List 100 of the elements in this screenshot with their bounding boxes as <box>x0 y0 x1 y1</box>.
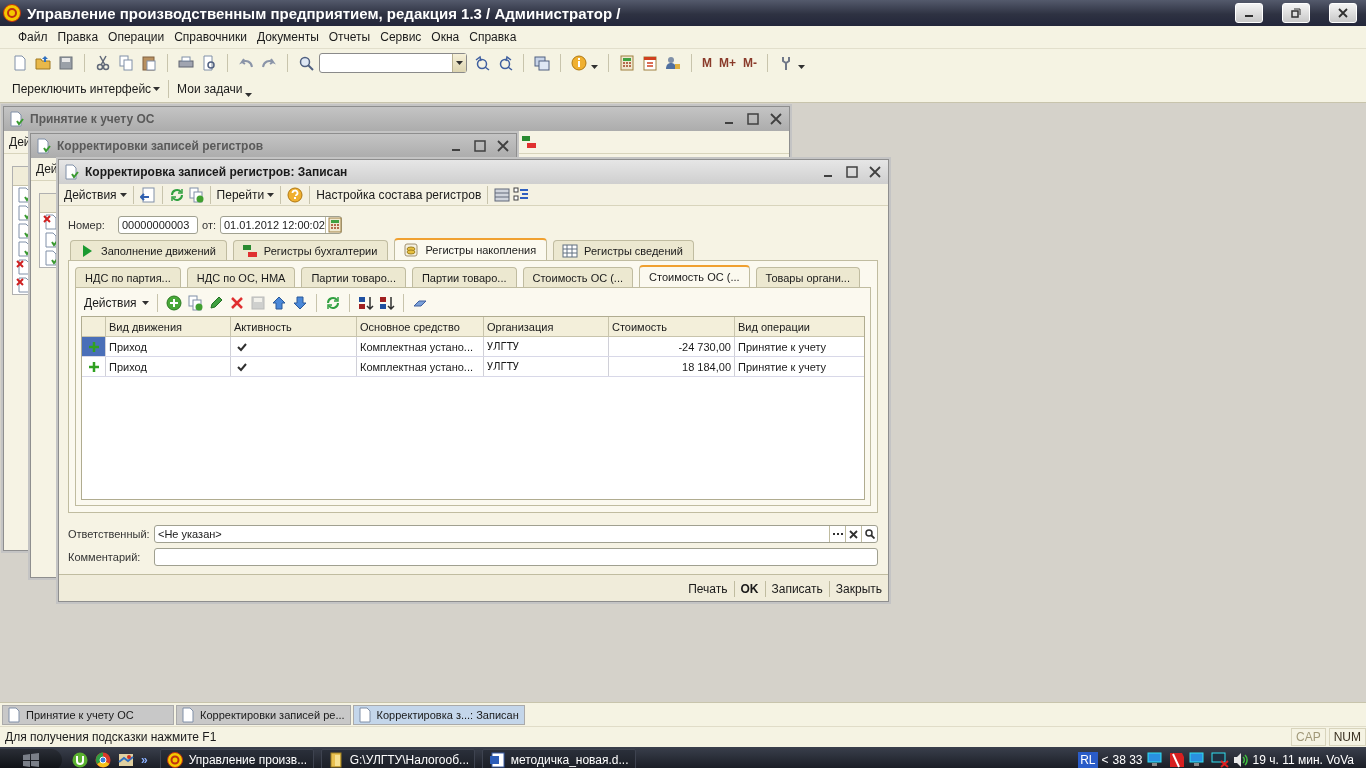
comment-field[interactable] <box>154 548 878 566</box>
tab[interactable]: Товары органи... <box>755 267 860 287</box>
caret-icon[interactable] <box>153 87 161 91</box>
actions-menu[interactable]: Действия <box>84 296 137 310</box>
refresh-icon[interactable] <box>324 295 341 311</box>
taskbar-button[interactable]: Управление произв... <box>159 748 314 768</box>
menu-item[interactable]: Правка <box>55 30 107 44</box>
menu-item[interactable]: Отчеты <box>326 30 379 44</box>
find-previous-icon[interactable] <box>497 54 513 71</box>
list-icon[interactable] <box>494 186 511 203</box>
column-header[interactable]: Организация <box>484 317 609 336</box>
tab[interactable]: Партии товаро... <box>411 267 517 287</box>
save-icon[interactable] <box>58 54 74 71</box>
document-icon[interactable] <box>43 232 59 248</box>
menu-item[interactable]: Справка <box>467 30 525 44</box>
row-selector[interactable] <box>82 337 106 356</box>
printer-icon[interactable] <box>178 54 194 71</box>
torrent-icon[interactable] <box>72 751 88 768</box>
print-preview-icon[interactable] <box>201 54 217 71</box>
caret-icon[interactable] <box>141 301 149 305</box>
arrow-up-icon[interactable] <box>270 295 287 311</box>
tab[interactable]: Стоимость ОС (... <box>639 265 750 287</box>
refresh-icon[interactable] <box>168 186 185 203</box>
window-tab[interactable]: Корректировки записей ре... <box>176 704 351 725</box>
add-icon[interactable] <box>165 295 182 311</box>
deleted-document-icon[interactable] <box>43 214 59 230</box>
memory-button[interactable]: M- <box>743 55 757 70</box>
menu-item[interactable]: Файл <box>16 30 56 44</box>
column-header[interactable]: Вид операции <box>735 317 862 336</box>
more-button[interactable]: » <box>141 752 148 767</box>
windows-icon[interactable] <box>534 54 550 71</box>
map-icon[interactable] <box>118 751 134 768</box>
register-settings-button[interactable]: Настройка состава регистров <box>316 187 482 202</box>
menu-item[interactable]: Сервис <box>378 30 430 44</box>
caret-icon[interactable] <box>244 93 252 97</box>
window-tab[interactable]: Корректировка з...: Записан <box>352 704 525 725</box>
network-icon[interactable] <box>1146 751 1165 768</box>
menu-item[interactable]: Справочники <box>172 30 255 44</box>
tab[interactable]: Регистры сведений <box>553 240 694 260</box>
caret-icon[interactable] <box>119 192 127 197</box>
pencil-icon[interactable] <box>207 295 224 311</box>
help-icon[interactable] <box>287 186 304 203</box>
table-row[interactable]: Приход Комплектная устано... УЛГТУ 18 184,00 Принятие к учету <box>82 357 864 377</box>
user-lock-icon[interactable] <box>665 54 681 71</box>
checklist-icon[interactable] <box>513 186 530 203</box>
search-button[interactable] <box>861 526 877 542</box>
maximize-icon[interactable] <box>846 166 858 178</box>
go-to-menu[interactable]: Перейти <box>216 187 265 202</box>
browser-icon[interactable] <box>95 751 111 768</box>
sort-descending-icon[interactable] <box>378 295 395 311</box>
taskbar-button[interactable]: G:\УЛГТУ\Налогооб... <box>320 748 475 768</box>
column-header[interactable]: Основное средство <box>357 317 484 336</box>
column-header[interactable]: Активность <box>231 317 357 336</box>
tasks-button[interactable]: Мои задачи <box>177 82 243 96</box>
table-row[interactable]: Приход Комплектная устано... УЛГТУ -24 730,00 Принятие к учету <box>82 337 864 357</box>
clear-button[interactable] <box>845 526 861 542</box>
footer-button[interactable]: Печать <box>688 581 728 596</box>
actions-menu[interactable]: Действия <box>64 187 117 202</box>
delete-icon[interactable] <box>228 295 245 311</box>
menu-item[interactable]: Операции <box>106 30 173 44</box>
volume-icon[interactable] <box>1232 751 1249 768</box>
start-button[interactable] <box>0 748 62 768</box>
sort-ascending-icon[interactable] <box>357 295 374 311</box>
close-icon[interactable] <box>869 166 881 178</box>
switch-interface-button[interactable]: Переключить интерфейс <box>12 82 152 96</box>
search-field[interactable] <box>319 52 467 73</box>
show-hidden-icons-button[interactable]: < <box>1101 752 1109 767</box>
network-icon[interactable] <box>1188 751 1207 768</box>
add-document-icon[interactable] <box>187 186 204 203</box>
calculator-icon[interactable] <box>619 54 635 71</box>
search-icon[interactable] <box>298 54 314 71</box>
menu-item[interactable]: Окна <box>429 30 468 44</box>
footer-button[interactable]: Закрыть <box>835 581 882 596</box>
taskbar-button[interactable]: методичка_новая.d... <box>481 748 636 768</box>
caret-icon[interactable] <box>591 64 598 69</box>
menu-item[interactable]: Документы <box>254 30 327 44</box>
calendar-icon[interactable] <box>642 54 658 71</box>
memory-button[interactable]: M <box>702 55 712 70</box>
language-indicator[interactable]: RL <box>1078 751 1098 768</box>
caret-icon[interactable] <box>267 192 275 197</box>
close-button[interactable] <box>1329 3 1357 23</box>
dropdown-arrow-icon[interactable] <box>456 60 463 65</box>
arrow-down-icon[interactable] <box>291 295 308 311</box>
tab[interactable]: Заполнение движений <box>70 240 227 260</box>
open-folder-icon[interactable] <box>35 54 51 71</box>
restore-button[interactable] <box>1282 3 1310 23</box>
window-tab[interactable]: Принятие к учету ОС <box>2 704 174 725</box>
number-field[interactable]: 00000000003 <box>118 216 198 234</box>
find-next-icon[interactable] <box>474 54 490 71</box>
footer-button[interactable]: Записать <box>771 581 823 596</box>
memory-button[interactable]: M+ <box>719 55 736 70</box>
add-document-icon[interactable] <box>186 295 203 311</box>
paste-icon[interactable] <box>141 54 157 71</box>
tab[interactable]: Партии товаро... <box>301 267 406 287</box>
document-icon[interactable] <box>43 250 59 266</box>
date-field[interactable]: 01.01.2012 12:00:02 <box>220 216 342 234</box>
footer-button[interactable]: OK <box>740 581 759 596</box>
select-button[interactable] <box>829 526 845 542</box>
column-header[interactable]: Стоимость <box>609 317 735 336</box>
column-header[interactable]: Вид движения <box>106 317 231 336</box>
